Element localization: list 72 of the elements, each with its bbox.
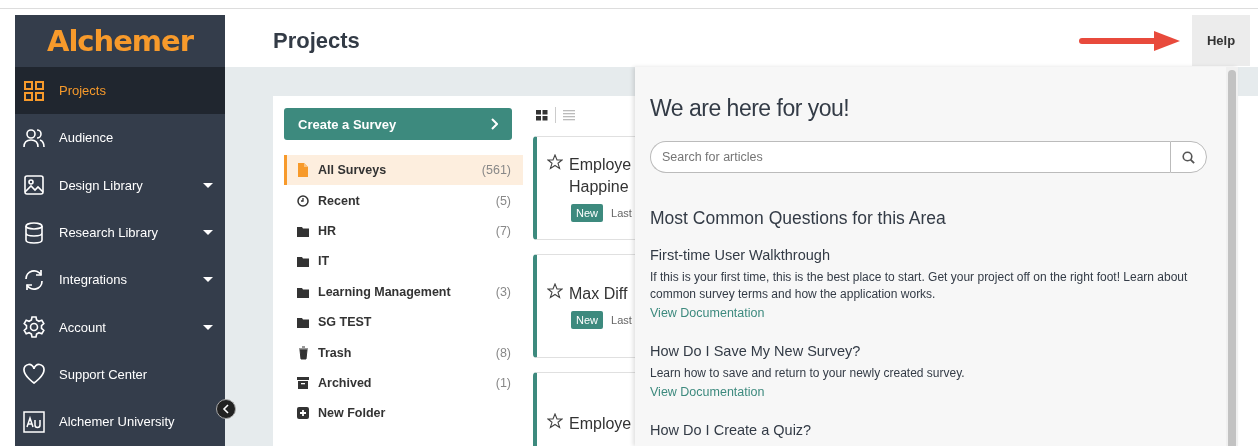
folder-item[interactable]: IT [284, 246, 523, 277]
brand-logo[interactable]: Alchemer [15, 15, 225, 67]
file-icon [297, 163, 309, 178]
list-icon [563, 109, 575, 121]
settings-icon [23, 316, 45, 339]
folder-item[interactable]: New Folder [284, 398, 523, 429]
documentation-link[interactable]: View Documentation [650, 306, 765, 320]
last-modified-text: Last [611, 207, 632, 219]
collapse-button[interactable] [216, 399, 236, 419]
university-logo-icon [23, 410, 45, 433]
survey-count: (3) [495, 284, 511, 299]
survey-count: (8) [495, 345, 511, 360]
refresh-icon [23, 268, 45, 291]
people-icon [23, 126, 45, 149]
chevron-left-icon [222, 404, 230, 414]
help-button[interactable]: Help [1192, 15, 1250, 66]
search-icon [1182, 150, 1195, 164]
folder-item[interactable]: Recent (5) [284, 185, 523, 216]
documentation-link[interactable]: View Documentation [650, 385, 765, 399]
help-title: We are here for you! [650, 95, 851, 122]
folder-item[interactable]: Archived (1) [284, 367, 523, 399]
article-search-field[interactable]: Search for articles [650, 141, 1170, 173]
star-icon [547, 413, 563, 429]
sidebar-item[interactable]: Alchemer University [15, 398, 225, 446]
trash-icon [297, 345, 309, 360]
image-icon [23, 174, 45, 197]
sidebar-item[interactable]: Projects [15, 67, 225, 115]
sidebar-item[interactable]: Audience [15, 114, 225, 162]
survey-title[interactable]: Employe Happine [569, 154, 632, 198]
section-heading: Most Common Questions for this Area [650, 208, 947, 229]
archive-icon [297, 375, 309, 390]
survey-title[interactable]: Max Diff [569, 283, 628, 305]
heart-icon [23, 363, 45, 386]
folder-icon [297, 315, 309, 330]
sidebar-item[interactable]: Design Library [15, 161, 225, 209]
grid-icon [23, 79, 45, 102]
folder-icon [297, 254, 309, 269]
sidebar-item[interactable]: Account [15, 303, 225, 351]
article-title: First-time User Walkthrough [650, 247, 831, 263]
star-icon [547, 154, 563, 170]
database-icon [23, 221, 45, 244]
folder-item[interactable]: Trash (8) [284, 337, 523, 368]
arrow-icon [1078, 29, 1182, 53]
article-description: Learn how to save and return to your newly created survey. [650, 365, 966, 382]
sidebar-item[interactable]: Research Library [15, 208, 225, 257]
clock-icon [297, 193, 309, 208]
create-survey-button[interactable]: Create a Survey [284, 108, 512, 140]
chevron-right-icon [490, 118, 498, 130]
folder-item[interactable]: All Surveys (561) [284, 155, 523, 186]
sidebar-item[interactable]: Integrations [15, 256, 225, 304]
survey-count: (7) [495, 223, 511, 238]
survey-count: (5) [495, 193, 511, 208]
article-title: How Do I Create a Quiz? [650, 422, 813, 438]
survey-title[interactable]: Employe [569, 413, 632, 435]
survey-count: (1) [495, 375, 511, 390]
scrollbar[interactable] [1226, 67, 1238, 446]
search-button[interactable] [1170, 141, 1207, 173]
survey-count: (561) [481, 163, 511, 178]
folder-item[interactable]: Learning Management (3) [284, 276, 523, 307]
star-icon [547, 283, 563, 299]
last-modified-text: Last [611, 314, 632, 326]
folder-item[interactable]: SG TEST [284, 306, 523, 338]
status-badge: New [571, 311, 603, 329]
plus-icon [297, 406, 309, 421]
article-title: How Do I Save My New Survey? [650, 343, 862, 359]
sidebar-item[interactable]: Support Center [15, 350, 225, 399]
grid-icon [536, 109, 548, 121]
page-title: Projects [273, 28, 360, 54]
status-badge: New [571, 204, 603, 222]
folder-item[interactable]: HR (7) [284, 215, 523, 247]
grid-view-button[interactable] [533, 109, 551, 121]
article-description: If this is your first time, this is the best place to start. Get your project off on the right foot! Learn about common survey terms and how the application works. [650, 269, 1189, 303]
